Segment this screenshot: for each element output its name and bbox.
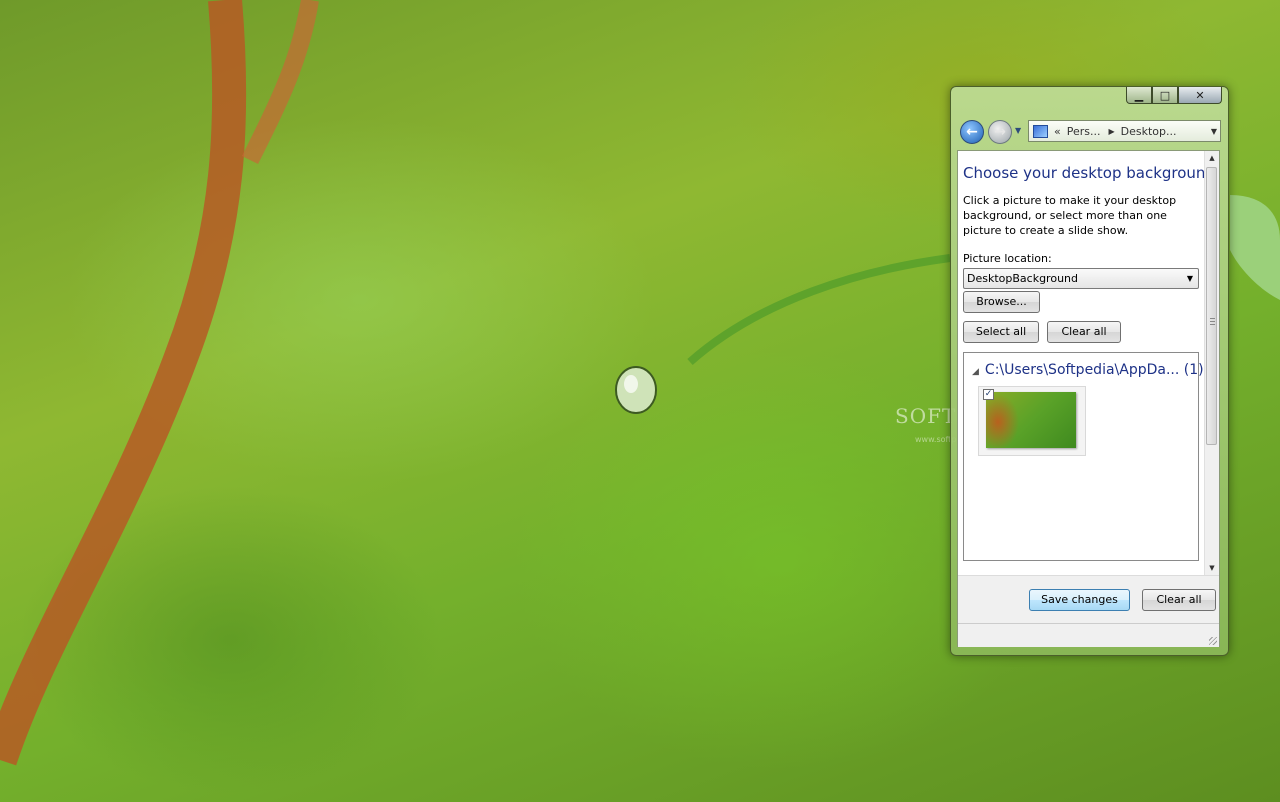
picture-location-value: DesktopBackground (967, 272, 1078, 285)
breadcrumb-desktop-background[interactable]: Desktop... (1121, 125, 1177, 138)
page-title: Choose your desktop background (963, 164, 1206, 182)
address-dropdown-icon[interactable]: ▼ (1211, 127, 1217, 136)
maximize-button[interactable]: □ (1152, 87, 1178, 104)
picture-thumbnail[interactable]: ✓ (978, 386, 1086, 456)
save-changes-button[interactable]: Save changes (1029, 589, 1130, 611)
breadcrumb-personalization[interactable]: Pers... (1067, 125, 1101, 138)
maximize-icon: □ (1159, 88, 1171, 102)
scrollbar-thumb[interactable] (1206, 167, 1217, 445)
breadcrumb-separator-icon[interactable]: ▶ (1109, 127, 1115, 136)
clear-all-selection-button[interactable]: Clear all (1047, 321, 1121, 343)
status-bar (958, 623, 1219, 647)
picture-list: ◢ C:\Users\Softpedia\AppDa... (1) ✓ (963, 352, 1204, 561)
recent-pages-dropdown[interactable]: ▼ (1015, 126, 1021, 135)
minimize-icon: ▁ (1134, 88, 1144, 102)
back-arrow-icon: ← (966, 124, 978, 140)
picture-location-select[interactable]: DesktopBackground ▼ (963, 268, 1199, 289)
picture-group-path: C:\Users\Softpedia\AppDa... (1) (984, 362, 1204, 378)
cancel-button[interactable]: Clear all (1142, 589, 1216, 611)
picture-location-label: Picture location: (963, 252, 1052, 265)
scroll-down-icon[interactable]: ▼ (1205, 561, 1219, 575)
address-bar[interactable]: « Pers... ▶ Desktop... ▼ (1028, 120, 1221, 142)
forward-button[interactable]: → (988, 120, 1012, 144)
minimize-button[interactable]: ▁ (1126, 87, 1152, 104)
vertical-scrollbar[interactable]: ▲ ▼ (1204, 151, 1219, 575)
browse-button[interactable]: Browse... (963, 291, 1040, 313)
control-panel-icon (1033, 124, 1048, 138)
picture-checkbox[interactable]: ✓ (983, 389, 994, 400)
back-button[interactable]: ← (960, 120, 984, 144)
picture-group-header[interactable]: ◢ C:\Users\Softpedia\AppDa... (1) (972, 362, 1204, 378)
caption-buttons: ▁ □ ✕ (1126, 87, 1222, 104)
collapse-triangle-icon: ◢ (972, 367, 979, 377)
scrollbar-grip-icon (1210, 318, 1215, 326)
navigation-bar: ← → ▼ « Pers... ▶ Desktop... ▼ (959, 119, 1221, 145)
close-icon: ✕ (1195, 88, 1205, 102)
page-description: Click a picture to make it your desktop … (963, 194, 1177, 237)
wallpaper-thumbnail-image (986, 392, 1076, 448)
forward-arrow-icon: → (994, 124, 1006, 140)
chevron-down-icon: ▼ (1186, 274, 1193, 283)
scroll-up-icon[interactable]: ▲ (1205, 151, 1219, 165)
breadcrumb-overflow[interactable]: « (1054, 125, 1061, 138)
close-button[interactable]: ✕ (1178, 87, 1222, 104)
content-pane: Choose your desktop background Click a p… (957, 150, 1220, 647)
scrollable-content: Choose your desktop background Click a p… (958, 151, 1206, 575)
dialog-footer: Save changes Clear all (958, 575, 1219, 624)
desktop-background-window: ▁ □ ✕ ← → ▼ « Pers... ▶ Desktop... ▼ Cho… (950, 86, 1229, 656)
select-all-button[interactable]: Select all (963, 321, 1039, 343)
resize-grip-icon[interactable] (1209, 637, 1217, 645)
